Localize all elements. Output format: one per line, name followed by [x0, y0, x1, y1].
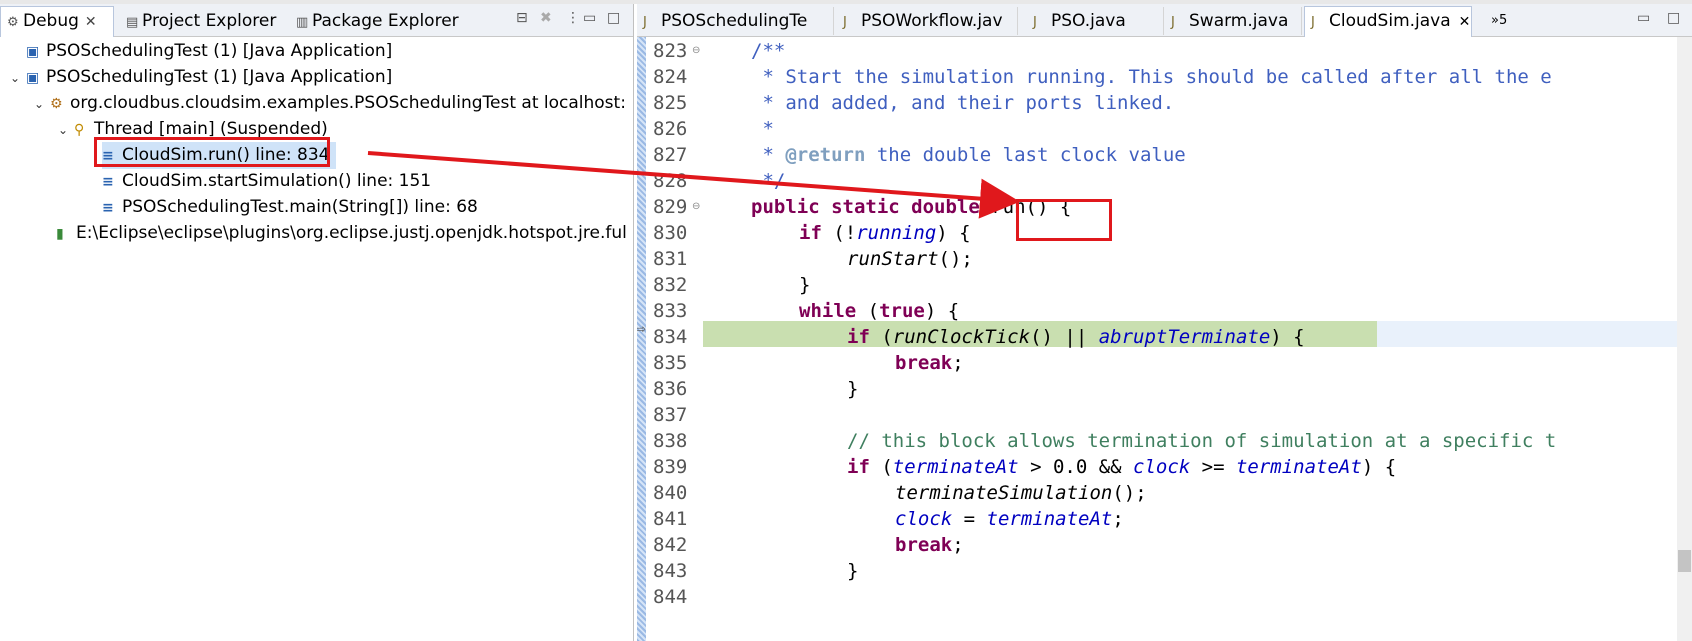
editor-tab-swarm[interactable]: J Swarm.java [1165, 7, 1302, 35]
line-number: 841 [653, 508, 688, 530]
tree-item-debug-target[interactable]: ⌄ ⚙ org.cloudbus.cloudsim.examples.PSOSche… [34, 90, 626, 117]
line-number: 827 [653, 144, 688, 166]
java-file-icon: J [1033, 15, 1037, 30]
project-explorer-icon: ▤ [126, 15, 139, 30]
code-line-842: break; [895, 534, 964, 556]
line-number: 839 [653, 456, 688, 478]
minimize-icon[interactable]: ▭ [1637, 10, 1650, 26]
line-number: 835 [653, 352, 688, 374]
tree-item-launch-1[interactable]: ▣ PSOSchedulingTest (1) [Java Application… [10, 38, 392, 65]
line-number: 830 [653, 222, 688, 244]
stack-frame-icon: ≡ [102, 174, 114, 190]
editor-tab-psoworkflow[interactable]: J PSOWorkflow.jav [837, 7, 1018, 35]
tab-project-explorer[interactable]: ▤ Project Explorer [120, 7, 276, 35]
code-line-824: * Start the simulation running. This sho… [751, 66, 1552, 88]
line-number: 834 [653, 326, 688, 348]
stack-frame-start-simulation[interactable]: ≡ CloudSim.startSimulation() line: 151 [102, 168, 431, 195]
close-icon[interactable]: ✕ [85, 14, 97, 30]
code-line-832: } [799, 274, 811, 296]
line-number: 831 [653, 248, 688, 270]
collapse-all-icon[interactable]: ⊟ [516, 10, 528, 26]
line-number: 843 [653, 560, 688, 582]
line-number: 832 [653, 274, 688, 296]
java-app-icon: ▣ [26, 44, 40, 60]
debug-icon: ⚙ [7, 15, 19, 30]
line-number: 836 [653, 378, 688, 400]
code-line-826: * [751, 118, 774, 140]
java-file-icon: J [1311, 15, 1315, 30]
left-tab-bar: ⚙ Debug ✕ ▤ Project Explorer ▥ Package Explo… [0, 4, 633, 37]
line-number: 828 [653, 170, 688, 192]
code-line-835: break; [895, 352, 964, 374]
code-line-843: } [847, 560, 859, 582]
minimize-icon[interactable]: ▭ [583, 10, 596, 26]
line-number: 842 [653, 534, 688, 556]
java-editor: J PSOSchedulingTe J PSOWorkflow.jav J PSO.j… [637, 4, 1692, 641]
code-line-840: terminateSimulation(); [895, 482, 1147, 504]
code-line-833: while (true) { [799, 300, 960, 322]
chevron-down-icon[interactable]: ⌄ [10, 65, 26, 92]
tree-item-process[interactable]: ▮ E:\Eclipse\eclipse\plugins\org.eclipse.… [56, 220, 627, 247]
annotation-highlight-run [1016, 199, 1112, 241]
stack-frame-icon: ≡ [102, 200, 114, 216]
fold-marker-icon[interactable]: ⊖ [692, 45, 700, 56]
code-line-831: runStart(); [847, 248, 973, 270]
java-app-icon: ▣ [26, 70, 40, 86]
editor-tab-cloudsim[interactable]: J CloudSim.java ✕ [1304, 6, 1472, 37]
code-line-827: * @return the double last clock value [751, 144, 1186, 166]
code-line-828: */ [751, 170, 786, 192]
code-line-838: // this block allows termination of simu… [847, 430, 1557, 452]
tree-item-launch-2[interactable]: ⌄ ▣ PSOSchedulingTest (1) [Java Applicatio… [10, 64, 392, 91]
debug-target-icon: ⚙ [50, 96, 63, 112]
line-number: 844 [653, 586, 688, 608]
line-number: 833 [653, 300, 688, 322]
stack-frame-main[interactable]: ≡ PSOSchedulingTest.main(String[]) line: … [102, 194, 478, 221]
remove-terminated-icon[interactable]: ✖ [540, 10, 552, 26]
line-number: 823 [653, 40, 688, 62]
code-line-841: clock = terminateAt; [895, 508, 1124, 530]
line-number: 826 [653, 118, 688, 140]
chevron-down-icon[interactable]: ⌄ [34, 91, 50, 118]
line-number: 837 [653, 404, 688, 426]
scrollbar-thumb[interactable] [1678, 550, 1691, 572]
overview-ruler [637, 37, 646, 641]
code-line-823: /** [751, 40, 786, 62]
tab-debug[interactable]: ⚙ Debug ✕ [0, 6, 114, 37]
maximize-icon[interactable]: □ [607, 10, 620, 26]
code-line-834: if (runClockTick() || abruptTerminate) { [847, 326, 1305, 348]
close-icon[interactable]: ✕ [1459, 14, 1471, 30]
process-icon: ▮ [56, 226, 64, 242]
chevron-down-icon[interactable]: ⌄ [58, 117, 74, 144]
editor-tab-psoschedulingtest[interactable]: J PSOSchedulingTe [637, 7, 834, 35]
maximize-icon[interactable]: □ [1667, 10, 1680, 26]
code-line-825: * and added, and their ports linked. [751, 92, 1175, 114]
code-line-839: if (terminateAt > 0.0 && clock >= termin… [847, 456, 1397, 478]
tab-package-explorer[interactable]: ▥ Package Explorer [290, 7, 459, 35]
line-number: 824 [653, 66, 688, 88]
line-number: 829 [653, 196, 688, 218]
fold-marker-icon[interactable]: ⊖ [692, 201, 700, 212]
line-number: 825 [653, 92, 688, 114]
thread-suspended-icon: ⚲ [74, 122, 85, 138]
editor-tab-bar: J PSOSchedulingTe J PSOWorkflow.jav J PSO.j… [637, 4, 1692, 37]
line-number: 838 [653, 430, 688, 452]
instruction-pointer-icon: ⇨ [637, 322, 647, 336]
java-file-icon: J [1171, 15, 1175, 30]
java-file-icon: J [843, 15, 847, 30]
package-explorer-icon: ▥ [296, 15, 309, 30]
code-line-830: if (!running) { [799, 222, 971, 244]
editor-tab-pso[interactable]: J PSO.java [1027, 7, 1164, 35]
more-tabs-button[interactable]: »5 [1485, 7, 1507, 35]
java-file-icon: J [643, 15, 647, 30]
code-line-836: } [847, 378, 859, 400]
debug-view: ⚙ Debug ✕ ▤ Project Explorer ▥ Package Explo… [0, 4, 634, 641]
current-line-tail [1377, 321, 1678, 347]
annotation-highlight-frame [94, 137, 330, 167]
view-menu-icon[interactable]: ⋮ [566, 10, 580, 26]
line-number: 840 [653, 482, 688, 504]
